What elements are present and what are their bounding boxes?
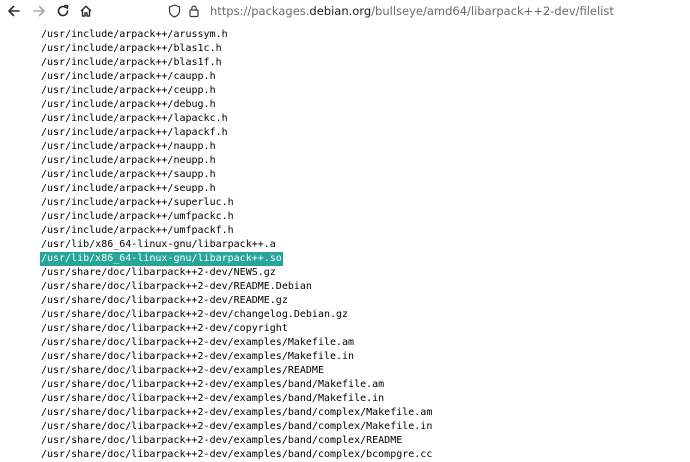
file-list-row: /usr/include/arpack++/blas1c.h (40, 36, 433, 54)
home-icon (80, 5, 92, 17)
file-list-row: /usr/share/doc/libarpack++2-dev/examples… (40, 442, 433, 460)
home-button[interactable] (77, 2, 95, 20)
file-list-row: /usr/include/arpack++/lapackf.h (40, 120, 433, 138)
forward-button[interactable] (30, 2, 48, 20)
url-path: /bullseye/amd64/libarpack++2-dev/filelis… (371, 4, 614, 18)
file-list-row: /usr/include/arpack++/naupp.h (40, 134, 433, 152)
file-list-row: /usr/include/arpack++/neupp.h (40, 148, 433, 166)
file-list-row: /usr/include/arpack++/ceupp.h (40, 78, 433, 96)
url-host: debian.org (309, 4, 372, 18)
file-list-row: /usr/include/arpack++/umfpackf.h (40, 218, 433, 236)
url-text[interactable]: https://packages.debian.org/bullseye/amd… (210, 4, 614, 18)
browser-toolbar: https://packages.debian.org/bullseye/amd… (0, 0, 690, 22)
file-list-row: /usr/include/arpack++/seupp.h (40, 176, 433, 194)
file-list-row: /usr/lib/x86_64-linux-gnu/libarpack++.a (40, 232, 433, 250)
file-list-row: /usr/share/doc/libarpack++2-dev/NEWS.gz (40, 260, 433, 278)
arrow-right-icon (33, 5, 45, 17)
address-bar[interactable]: https://packages.debian.org/bullseye/amd… (166, 0, 690, 22)
back-button[interactable] (5, 2, 23, 20)
file-list-row: /usr/share/doc/libarpack++2-dev/examples… (40, 358, 433, 376)
file-list-row: /usr/share/doc/libarpack++2-dev/copyrigh… (40, 316, 433, 334)
file-list-row: /usr/share/doc/libarpack++2-dev/examples… (40, 372, 433, 390)
reload-icon (57, 4, 69, 17)
file-path[interactable]: /usr/share/doc/libarpack++2-dev/examples… (40, 449, 433, 460)
file-list-row: /usr/share/doc/libarpack++2-dev/examples… (40, 400, 433, 418)
file-list-row: /usr/lib/x86_64-linux-gnu/libarpack++.so (40, 246, 433, 266)
file-list-row: /usr/include/arpack++/superluc.h (40, 190, 433, 208)
file-list: /usr/include/arpack++/arussym.h/usr/incl… (40, 22, 433, 460)
file-list-row: /usr/share/doc/libarpack++2-dev/README.g… (40, 288, 433, 306)
file-list-row: /usr/share/doc/libarpack++2-dev/examples… (40, 386, 433, 404)
reload-button[interactable] (54, 2, 72, 20)
file-list-row: /usr/share/doc/libarpack++2-dev/examples… (40, 344, 433, 362)
file-list-row: /usr/include/arpack++/caupp.h (40, 64, 433, 82)
file-list-row: /usr/share/doc/libarpack++2-dev/README.D… (40, 274, 433, 292)
file-list-row: /usr/include/arpack++/umfpackc.h (40, 204, 433, 222)
file-list-row: /usr/share/doc/libarpack++2-dev/changelo… (40, 302, 433, 320)
file-list-row: /usr/include/arpack++/saupp.h (40, 162, 433, 180)
file-list-row: /usr/share/doc/libarpack++2-dev/examples… (40, 330, 433, 348)
lock-icon[interactable] (186, 3, 202, 19)
file-list-row: /usr/include/arpack++/lapackc.h (40, 106, 433, 124)
file-list-row: /usr/include/arpack++/arussym.h (40, 22, 433, 40)
url-prefix: https://packages. (210, 4, 310, 18)
arrow-left-icon (8, 5, 20, 17)
file-list-row: /usr/share/doc/libarpack++2-dev/examples… (40, 414, 433, 432)
file-list-row: /usr/include/arpack++/debug.h (40, 92, 433, 110)
file-list-row: /usr/share/doc/libarpack++2-dev/examples… (40, 428, 433, 446)
shield-icon[interactable] (166, 3, 182, 19)
file-list-row: /usr/include/arpack++/blas1f.h (40, 50, 433, 68)
